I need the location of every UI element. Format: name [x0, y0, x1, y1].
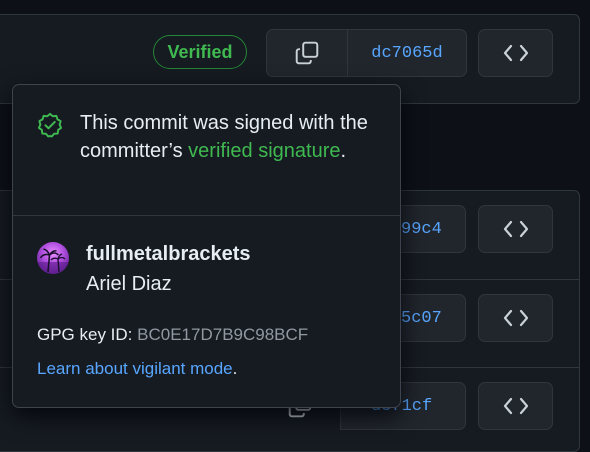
signature-message: This commit was signed with the committe… [80, 109, 380, 165]
commit-sha-link[interactable]: dc7065d [348, 30, 466, 76]
gpg-key-id: GPG key ID: BC0E17D7B9C98BCF [37, 325, 308, 345]
avatar[interactable] [37, 242, 69, 274]
browse-code-button[interactable] [478, 294, 553, 342]
check-shield-icon [37, 112, 63, 138]
browse-code-button[interactable] [478, 29, 553, 77]
browse-code-button[interactable] [478, 382, 553, 430]
signature-popover: This commit was signed with the committe… [12, 84, 401, 408]
verified-signature-text: verified signature [188, 140, 341, 162]
code-icon [503, 309, 528, 327]
committer-username[interactable]: fullmetalbrackets [86, 243, 251, 266]
palm-tree-image [37, 248, 69, 274]
copy-icon [295, 41, 319, 65]
verified-badge[interactable]: Verified [153, 35, 247, 69]
browse-code-button[interactable] [478, 205, 553, 253]
message-period: . [340, 140, 347, 162]
code-icon [503, 44, 528, 62]
popover-header: This commit was signed with the committe… [13, 85, 400, 216]
vigilant-mode-line: Learn about vigilant mode. [37, 359, 237, 379]
gpg-key-value: BC0E17D7B9C98BCF [137, 325, 309, 344]
learn-vigilant-mode-link[interactable]: Learn about vigilant mode [37, 359, 233, 378]
code-icon [503, 220, 528, 238]
code-icon [503, 397, 528, 415]
sha-button-group: dc7065d [266, 29, 467, 77]
learn-period: . [232, 359, 238, 378]
committer-full-name: Ariel Diaz [86, 273, 172, 295]
copy-sha-button[interactable] [267, 30, 348, 76]
gpg-key-label: GPG key ID: [37, 325, 138, 344]
